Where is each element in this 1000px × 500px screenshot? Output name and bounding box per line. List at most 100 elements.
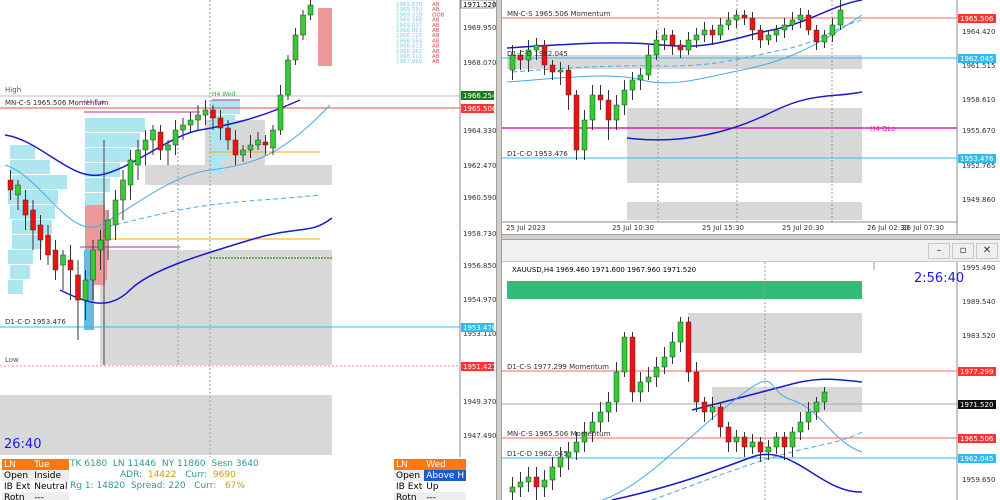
top-right-chart-pane[interactable]: MN-C-S 1965.506 Momentum D1-C-D 1962.045… [502, 0, 1000, 234]
moving-average-line [651, 431, 863, 500]
table-cell: Neutral [34, 481, 68, 492]
profile-bar [10, 265, 30, 279]
candle-body [733, 436, 740, 443]
low-label: Low [5, 356, 19, 364]
candle-body [90, 249, 96, 281]
candle-body [127, 159, 134, 186]
candle-body [677, 44, 684, 51]
candle-body [629, 336, 636, 393]
price-badge-text: 1953.476 [463, 324, 496, 332]
candle-body [255, 139, 261, 146]
candle-body [52, 249, 59, 271]
table-cell: IB Ext [4, 481, 31, 492]
axis-tick-label: 1956.850 [463, 262, 496, 270]
candle-body [789, 431, 796, 448]
candle-body [157, 131, 164, 151]
axis-tick-label: 1960.590 [463, 194, 496, 202]
candle-body [621, 89, 628, 106]
candle-body [165, 144, 171, 151]
candle-body [773, 29, 780, 36]
stat-text: Rg 1: 14820 [70, 481, 126, 491]
candle-body [541, 479, 548, 488]
axis-tick-label: 25 Jul 15:30 [702, 224, 744, 232]
chart-window-titlebar[interactable]: – ▫ ✕ [502, 240, 1000, 262]
candle-body [549, 64, 556, 73]
stat-text: Curr: [194, 481, 217, 491]
table-cell: Inside [34, 470, 62, 481]
supply-demand-zone [0, 395, 332, 455]
price-badge-text: 1966.254 [463, 92, 496, 100]
candle-body [67, 259, 74, 271]
candle-timer: 26:40 [4, 437, 41, 452]
top-right-price-chart[interactable]: MN-C-S 1965.506 Momentum D1-C-D 1962.045… [502, 0, 1000, 234]
minimize-button[interactable]: – [928, 243, 950, 259]
price-badge-text: 1951.421 [463, 363, 496, 371]
candle-body [813, 401, 820, 413]
candle-body [661, 34, 668, 41]
axis-tick-label: 1968.070 [463, 59, 496, 67]
price-badge-text: 1965.506 [463, 105, 496, 113]
table-header: Tue [34, 459, 50, 470]
candle-body [517, 481, 524, 488]
candle-body [187, 119, 194, 126]
candle-body [135, 149, 141, 166]
price-badge-text: 1977.299 [960, 368, 993, 376]
price-axis: 1969.950 1968.070 1964.330 1962.470 1960.590… [463, 24, 496, 440]
axis-tick-label: 1964.330 [463, 127, 496, 135]
h4-tue-label: H4 Tue [84, 99, 105, 106]
axis-tick-label: 1949.370 [463, 398, 496, 406]
candle-body [669, 341, 676, 358]
candle-body [285, 59, 291, 96]
candle-body [292, 34, 299, 61]
candle-body [757, 441, 764, 453]
candle-body [262, 141, 269, 146]
d1-label: D1-C-D 1953.476 [507, 150, 568, 158]
candle-body [821, 34, 828, 43]
candle-body [757, 29, 764, 41]
minimize-icon: – [936, 245, 942, 256]
candle-body [565, 69, 572, 96]
candle-body [613, 104, 620, 121]
candle-body [725, 426, 732, 443]
candle-body [829, 24, 836, 36]
tue-session-table: LN Tue Open Inside IB Ext Neutral Rotn -… [2, 459, 70, 500]
profile-bar [8, 280, 23, 294]
axis-tick-label: 1958.730 [463, 230, 496, 238]
restore-button[interactable]: ▫ [952, 243, 974, 259]
bottom-right-chart-pane[interactable]: – ▫ ✕ XAUUSD,H4 1969.460 1971.600 1967.9… [502, 240, 1000, 500]
candle-body [37, 224, 44, 241]
candle-body [637, 74, 644, 81]
candle-body [717, 406, 724, 428]
close-button[interactable]: ✕ [976, 243, 998, 259]
stats-block: TK 6180 LN 11446 NY 11860 Sesn 3640 ADR:… [70, 459, 259, 492]
axis-tick-label: 1949.860 [962, 196, 995, 204]
candle-body [509, 486, 516, 493]
candle-body [749, 17, 756, 31]
candle-body [549, 466, 556, 481]
supply-demand-zone [627, 108, 862, 183]
stat-text: Spread: 220 [130, 481, 186, 491]
left-chart-pane[interactable]: High Low MN-C-S 1965.506 Momentum D1-C-D… [0, 0, 496, 500]
stat-text: 14422 [147, 470, 177, 480]
candle-body [685, 321, 692, 373]
candle-body [300, 14, 306, 36]
candle-body [307, 4, 314, 16]
candle-body [637, 381, 644, 393]
candle-body [781, 24, 788, 31]
bottom-right-price-chart[interactable]: XAUUSD,H4 1969.460 1971.600 1967.960 197… [502, 262, 1000, 500]
candle-body [75, 274, 81, 301]
candle-body [645, 54, 652, 76]
price-badge-text: 1962.045 [960, 55, 993, 63]
candle-body [629, 79, 636, 91]
candle-body [150, 129, 156, 141]
profile-bar [12, 235, 42, 249]
profile-bar [85, 148, 130, 162]
candle-body [597, 411, 604, 423]
axis-tick-label: 1952.765 [962, 162, 995, 170]
stat-text: Curr: [185, 470, 208, 480]
ladder-code: AB [432, 59, 440, 65]
candle-body [613, 371, 620, 403]
candle-body [709, 406, 716, 413]
table-cell: IB Ext [396, 481, 423, 492]
left-price-chart[interactable]: High Low MN-C-S 1965.506 Momentum D1-C-D… [0, 0, 496, 500]
